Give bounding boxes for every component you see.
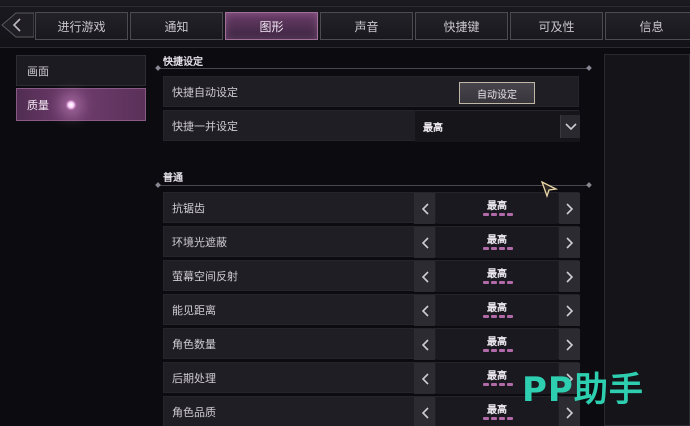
sparkle-icon	[65, 99, 77, 111]
chevron-right-icon[interactable]	[559, 329, 580, 360]
sidebar-item-screen[interactable]: 画面	[16, 55, 146, 86]
value-text: 最高	[487, 337, 507, 348]
row-label: 角色数量	[172, 337, 216, 351]
sidebar-item-label: 画面	[27, 64, 49, 78]
setting-row: 抗锯齿 最高	[163, 192, 580, 224]
setting-row: 环境光遮蔽 最高	[163, 226, 580, 258]
level-indicator	[483, 417, 523, 421]
chevron-left-icon[interactable]	[414, 261, 435, 292]
section-divider	[158, 68, 589, 69]
tab-hotkeys[interactable]: 快捷键	[415, 12, 508, 40]
chevron-left-icon[interactable]	[414, 295, 435, 326]
chevron-right-icon[interactable]	[559, 295, 580, 326]
level-indicator	[483, 349, 523, 353]
chevron-right-icon[interactable]	[559, 193, 580, 224]
setting-row: 萤幕空间反射 最高	[163, 260, 580, 292]
chevron-left-icon[interactable]	[414, 329, 435, 360]
level-indicator	[483, 247, 523, 251]
section-title-general: 普通	[163, 173, 183, 184]
tab-play[interactable]: 进行游戏	[35, 12, 128, 40]
row-label: 萤幕空间反射	[172, 269, 238, 283]
back-button[interactable]	[0, 9, 34, 41]
chevron-left-icon[interactable]	[414, 397, 435, 426]
setting-row: 角色品质 最高	[163, 396, 580, 426]
tab-info[interactable]: 信息	[605, 12, 690, 40]
chevron-right-icon[interactable]	[559, 227, 580, 258]
chevron-left-icon[interactable]	[414, 227, 435, 258]
tab-accessibility[interactable]: 可及性	[510, 12, 603, 40]
setting-value: 最高	[436, 261, 558, 292]
setting-value: 最高	[436, 227, 558, 258]
chevron-right-icon[interactable]	[559, 261, 580, 292]
tab-sound[interactable]: 声音	[320, 12, 413, 40]
auto-setting-button[interactable]: 自动设定	[459, 82, 535, 104]
section-title-quick: 快捷设定	[163, 57, 203, 68]
row-quick-auto: 快捷自动设定 自动设定	[163, 76, 579, 107]
sidebar: 画面 质量	[0, 48, 152, 426]
row-label: 快捷自动设定	[172, 85, 238, 99]
top-tab-bar: 进行游戏 通知 图形 声音 快捷键 可及性 信息	[0, 0, 690, 48]
setting-row: 角色数量 最高	[163, 328, 580, 360]
row-label: 后期处理	[172, 371, 216, 385]
setting-row: 能见距离 最高	[163, 294, 580, 326]
value-text: 最高	[487, 201, 507, 212]
batch-quality-dropdown[interactable]: 最高	[415, 111, 580, 142]
row-label: 快捷一并设定	[172, 119, 238, 133]
tab-graphics[interactable]: 图形	[225, 12, 318, 40]
dropdown-value: 最高	[423, 123, 443, 134]
setting-row: 后期处理 最高	[163, 362, 580, 394]
row-label: 能见距离	[172, 303, 216, 317]
sidebar-item-label: 质量	[27, 98, 49, 112]
chevron-left-icon[interactable]	[414, 363, 435, 394]
row-label: 角色品质	[172, 405, 216, 419]
value-text: 最高	[487, 303, 507, 314]
level-indicator	[483, 383, 523, 387]
tab-notification[interactable]: 通知	[130, 12, 223, 40]
row-label: 环境光遮蔽	[172, 235, 227, 249]
cursor-icon	[540, 180, 559, 198]
value-text: 最高	[487, 235, 507, 246]
row-label: 抗锯齿	[172, 201, 205, 215]
section-divider	[158, 185, 589, 186]
setting-value: 最高	[436, 329, 558, 360]
level-indicator	[483, 315, 523, 319]
chevron-left-icon[interactable]	[414, 193, 435, 224]
level-indicator	[483, 281, 523, 285]
settings-screen: 进行游戏 通知 图形 声音 快捷键 可及性 信息 画面 质量 快捷设定 快捷自动…	[0, 0, 690, 426]
watermark-logo: PP助手	[522, 369, 644, 410]
setting-value: 最高	[436, 295, 558, 326]
back-arrow-icon	[1, 12, 34, 38]
level-indicator	[483, 213, 523, 217]
sidebar-item-quality[interactable]: 质量	[16, 88, 146, 121]
value-text: 最高	[487, 269, 507, 280]
chevron-down-icon[interactable]	[560, 115, 580, 138]
row-quick-batch: 快捷一并设定 最高	[163, 110, 580, 142]
